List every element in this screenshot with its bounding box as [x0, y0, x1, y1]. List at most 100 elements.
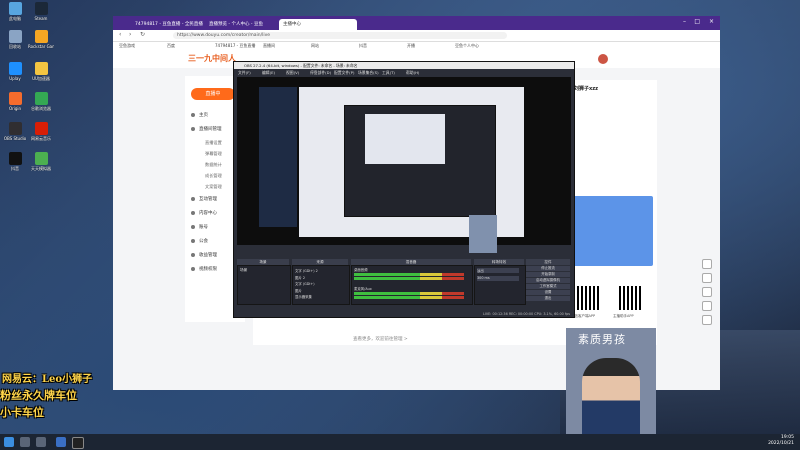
obs-control-button[interactable]: 退出 — [526, 296, 570, 301]
obs-menu-item[interactable]: 停靠部件(D) — [310, 69, 331, 76]
desktop-icon-label: 网易云音乐 — [31, 136, 51, 141]
bookmark-item[interactable]: 抖音 — [359, 43, 367, 49]
taskview-icon[interactable] — [36, 437, 46, 447]
source-item[interactable]: 显示器采集 — [295, 294, 312, 299]
desktop-icon[interactable]: 此电脑 — [2, 2, 28, 28]
desktop-icon[interactable]: 抖音 — [2, 152, 28, 178]
obs-menu-item[interactable]: 文件(F) — [238, 69, 251, 76]
address-bar[interactable]: https://www.douyu.com/creator/main/live — [173, 32, 507, 39]
webcam-caption: 素质男孩 — [578, 333, 626, 346]
source-item[interactable]: 文字 (GDI+) — [295, 281, 315, 286]
sidebar-item[interactable]: 公会 — [199, 238, 208, 244]
obs-menu-item[interactable]: 帮助(H) — [406, 69, 419, 76]
bookmark-item[interactable]: 豆鱼游戏 — [119, 43, 135, 49]
obs-menu-item[interactable]: 场景集合(S) — [358, 69, 379, 76]
duration-field[interactable]: 300 ms — [477, 276, 519, 281]
sidebar-item[interactable]: 视频权限 — [199, 266, 217, 272]
desktop-icon-label: Rockstar Games — [28, 44, 54, 49]
obs-control-button[interactable]: 工作室模式 — [526, 284, 570, 289]
minimize-icon[interactable]: – — [683, 18, 686, 25]
obs-control-button[interactable]: 停止推流 — [526, 266, 570, 271]
desktop-icon-label: UU加速器 — [32, 76, 50, 81]
menu-icon — [191, 239, 195, 243]
sidebar-subitem[interactable]: 成长管理 — [205, 173, 222, 179]
toolbar-button[interactable] — [702, 287, 712, 297]
bookmark-item[interactable]: 74794817 - 豆鱼直播 — [215, 43, 255, 49]
search-icon[interactable] — [20, 437, 30, 447]
obs-preview[interactable] — [237, 77, 571, 253]
browser-tab-1[interactable]: 74794817 - 豆鱼直播 - 全民直播 — [131, 19, 209, 30]
footer-link[interactable]: 查看更多，欢迎前往管理 > — [353, 336, 408, 342]
bookmark-item[interactable]: 豆鱼个人中心 — [455, 43, 479, 49]
promo-banner[interactable] — [573, 196, 653, 266]
taskbar: 19:05 2022/10/21 — [0, 434, 800, 450]
desktop-icon[interactable]: Uplay — [2, 62, 28, 88]
toolbar-button[interactable] — [702, 315, 712, 325]
obs-taskbar-icon[interactable] — [72, 437, 84, 449]
start-icon[interactable] — [4, 437, 14, 447]
desktop-icon-label: 抖音 — [11, 166, 19, 171]
scenes-panel: 场景 — [237, 265, 291, 305]
source-item[interactable]: 图片 — [295, 288, 302, 293]
mixer-track-2: 麦克风/Aux — [354, 287, 372, 291]
desktop-icon-label: Origin — [8, 106, 22, 111]
toolbar-button[interactable] — [702, 301, 712, 311]
maximize-icon[interactable]: □ — [694, 18, 700, 25]
source-item[interactable]: 图片 2 — [295, 275, 305, 280]
obs-menu-item[interactable]: 编辑(E) — [262, 69, 275, 76]
transition-select[interactable]: 淡出 — [477, 268, 519, 273]
toolbar-button[interactable] — [702, 259, 712, 269]
back-icon[interactable]: ‹ — [119, 31, 121, 38]
site-logo[interactable]: 三一九中间人 — [188, 53, 236, 64]
refresh-icon[interactable]: ↻ — [140, 31, 145, 38]
desktop-icon[interactable]: 网易云音乐 — [28, 122, 54, 148]
browser-tab-3[interactable]: 主播中心 — [279, 19, 357, 30]
desktop-icon[interactable]: UU加速器 — [28, 62, 54, 88]
sidebar-subitem[interactable]: 数据统计 — [205, 162, 222, 168]
webcam-person — [582, 358, 640, 440]
sidebar-item[interactable]: 账号 — [199, 224, 208, 230]
obs-control-button[interactable]: 开始录制 — [526, 272, 570, 277]
obs-title: OBS 27.2.4 (64-bit, windows) - 配置文件: 未命名… — [234, 62, 574, 69]
app-icon — [8, 92, 22, 105]
bookmark-item[interactable]: 开播 — [407, 43, 415, 49]
sidebar-subitem[interactable]: 弹幕管理 — [205, 151, 222, 157]
obs-control-button[interactable]: 启动虚拟摄像机 — [526, 278, 570, 283]
bookmark-item[interactable]: 直播间 — [263, 43, 275, 49]
forward-icon[interactable]: › — [129, 31, 131, 38]
sidebar-item[interactable]: 主页 — [199, 112, 208, 118]
desktop-icon[interactable]: 谷歌浏览器 — [28, 92, 54, 118]
sidebar-item[interactable]: 直播间管理 — [199, 126, 222, 132]
browser-taskbar-icon[interactable] — [56, 437, 66, 447]
transitions-panel: 淡出 300 ms — [474, 265, 526, 305]
avatar[interactable] — [598, 54, 608, 64]
desktop-icon[interactable]: 回收站 — [2, 30, 28, 56]
desktop-icon[interactable]: Origin — [2, 92, 28, 118]
bookmark-item[interactable]: 百度 — [167, 43, 175, 49]
sidebar-subitem[interactable]: 直播设置 — [205, 140, 222, 146]
close-icon[interactable]: × — [709, 18, 714, 25]
scene-item[interactable]: 场景 — [240, 268, 247, 273]
obs-menu-item[interactable]: 视图(V) — [286, 69, 299, 76]
source-item[interactable]: 文字 (GDI+) 2 — [295, 268, 318, 273]
obs-control-button[interactable]: 设置 — [526, 290, 570, 295]
desktop-icon[interactable]: Steam — [28, 2, 54, 28]
nested-preview — [365, 114, 445, 164]
bookmark-item[interactable]: 网站 — [311, 43, 319, 49]
obs-menu-item[interactable]: 工具(T) — [382, 69, 395, 76]
sidebar-item[interactable]: 收益管理 — [199, 252, 217, 258]
desktop-icon[interactable]: 天天模拟器 — [28, 152, 54, 178]
taskbar-clock[interactable]: 19:05 2022/10/21 — [768, 435, 794, 447]
menu-icon — [191, 253, 195, 257]
sidebar-item[interactable]: 内容中心 — [199, 210, 217, 216]
toolbar-button[interactable] — [702, 273, 712, 283]
sidebar-subitem[interactable]: 文案管理 — [205, 184, 222, 190]
live-status-button[interactable]: 直播中 — [191, 88, 235, 100]
menu-icon — [191, 225, 195, 229]
sidebar-item[interactable]: 互动管理 — [199, 196, 217, 202]
desktop-icon[interactable]: OBS Studio — [2, 122, 28, 148]
app-icon — [34, 122, 48, 135]
obs-menu-item[interactable]: 配置文件(P) — [334, 69, 354, 76]
desktop-icon[interactable]: Rockstar Games — [28, 30, 54, 56]
browser-tab-2[interactable]: 直播预览 - 个人中心 - 豆鱼 — [205, 19, 283, 30]
